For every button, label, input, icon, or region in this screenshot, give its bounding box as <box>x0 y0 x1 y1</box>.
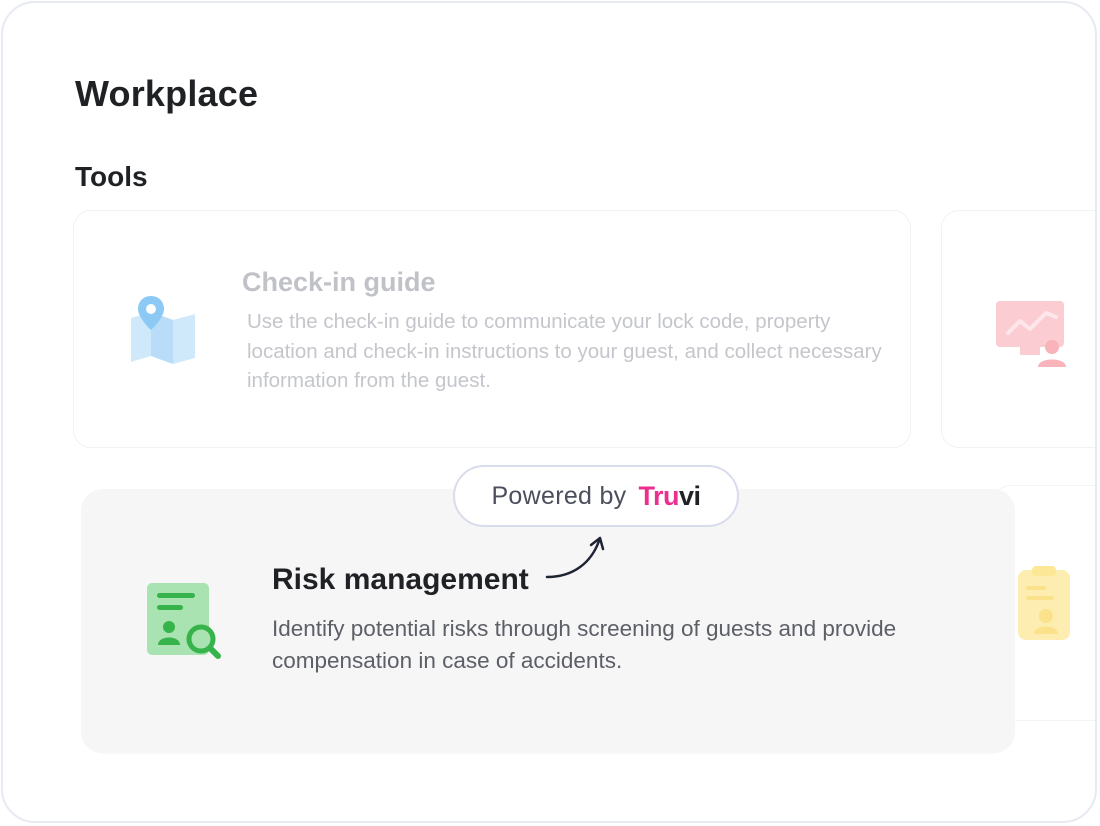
section-title-tools: Tools <box>75 161 148 192</box>
powered-by-badge[interactable]: Powered by Truvi <box>453 465 739 527</box>
powered-by-label: Powered by <box>491 481 627 510</box>
checkin-guide-card[interactable]: Check-in guide Use the check-in guide to… <box>73 210 911 448</box>
page-title: Workplace <box>75 73 259 114</box>
checkin-guide-title: Check-in guide <box>242 267 436 297</box>
truvi-logo: Truvi <box>638 480 701 512</box>
risk-management-card[interactable]: Risk management Identify potential risks… <box>81 489 1015 753</box>
document-search-icon <box>147 581 223 670</box>
checkin-guide-description: Use the check-in guide to communicate yo… <box>247 310 882 393</box>
monitor-chart-icon <box>996 299 1068 374</box>
brand-part-1: Tru <box>638 480 679 511</box>
analytics-card[interactable] <box>941 210 1095 448</box>
curved-arrow-icon <box>545 536 605 579</box>
clipboard-user-icon <box>1010 566 1070 647</box>
risk-management-description: Identify potential risks through screeni… <box>272 616 897 674</box>
map-pin-icon <box>129 296 199 371</box>
workplace-panel: Workplace Tools Check-in guide Use the c… <box>1 1 1097 823</box>
brand-part-2: vi <box>679 480 701 511</box>
risk-management-title: Risk management <box>272 563 529 596</box>
